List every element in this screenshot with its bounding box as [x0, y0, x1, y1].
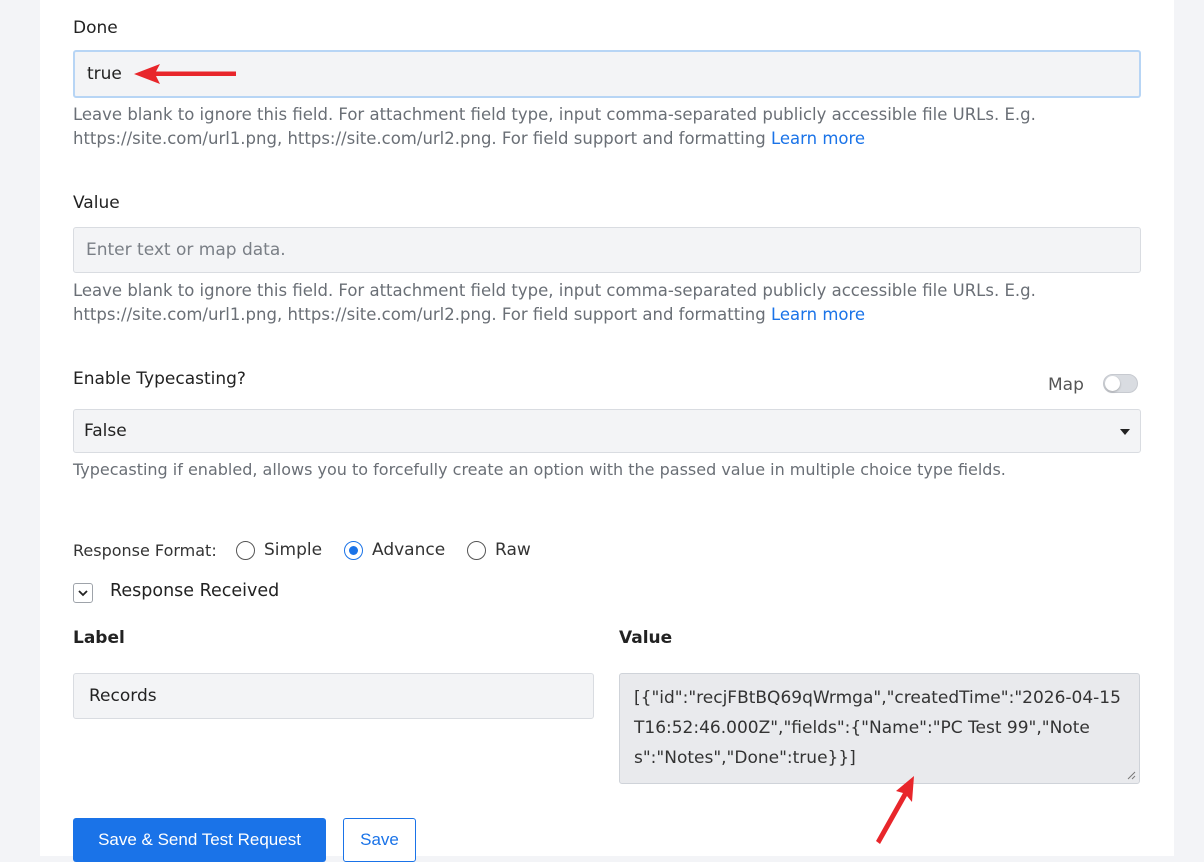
- save-button[interactable]: Save: [343, 818, 416, 862]
- value-column-header: Value: [619, 628, 673, 648]
- radio-advance[interactable]: [344, 541, 363, 560]
- response-received-title: Response Received: [110, 581, 280, 601]
- typecasting-label: Enable Typecasting?: [73, 369, 246, 389]
- typecasting-selected-value: False: [84, 421, 127, 441]
- done-learn-more-link[interactable]: Learn more: [771, 129, 865, 148]
- radio-advance-label[interactable]: Advance: [372, 540, 445, 560]
- response-format-label: Response Format:: [73, 541, 217, 560]
- value-learn-more-link[interactable]: Learn more: [771, 305, 865, 324]
- response-value-textarea[interactable]: [{"id":"recjFBtBQ69qWrmga","createdTime"…: [619, 673, 1140, 784]
- typecasting-select[interactable]: False: [73, 409, 1141, 453]
- records-label-input[interactable]: Records: [73, 673, 594, 719]
- done-label: Done: [73, 18, 118, 38]
- response-value-text: [{"id":"recjFBtBQ69qWrmga","createdTime"…: [634, 688, 1121, 768]
- save-send-test-button[interactable]: Save & Send Test Request: [73, 818, 326, 862]
- chevron-down-icon: [78, 590, 88, 597]
- annotation-arrow-icon: [876, 776, 914, 844]
- done-help-text: Leave blank to ignore this field. For at…: [73, 103, 1153, 151]
- done-input-value: true: [87, 64, 122, 84]
- records-label-value: Records: [89, 686, 157, 706]
- map-toggle[interactable]: [1103, 374, 1138, 393]
- value-help-body: Leave blank to ignore this field. For at…: [73, 281, 1036, 324]
- done-help-body: Leave blank to ignore this field. For at…: [73, 105, 1036, 148]
- value-help-text: Leave blank to ignore this field. For at…: [73, 279, 1153, 327]
- radio-simple[interactable]: [236, 541, 255, 560]
- value-label: Value: [73, 193, 120, 213]
- typecasting-help-text: Typecasting if enabled, allows you to fo…: [73, 460, 1006, 479]
- value-input-placeholder: Enter text or map data.: [86, 240, 286, 260]
- annotation-arrow-icon: [134, 64, 236, 84]
- map-toggle-knob: [1105, 376, 1120, 391]
- value-input[interactable]: Enter text or map data.: [73, 227, 1141, 273]
- response-received-toggle[interactable]: [73, 583, 93, 603]
- resize-handle-icon[interactable]: [1127, 771, 1136, 780]
- chevron-down-icon: [1120, 429, 1130, 435]
- label-column-header: Label: [73, 628, 125, 648]
- radio-raw[interactable]: [467, 541, 486, 560]
- radio-raw-label[interactable]: Raw: [495, 540, 531, 560]
- map-label: Map: [1048, 375, 1084, 395]
- radio-simple-label[interactable]: Simple: [264, 540, 322, 560]
